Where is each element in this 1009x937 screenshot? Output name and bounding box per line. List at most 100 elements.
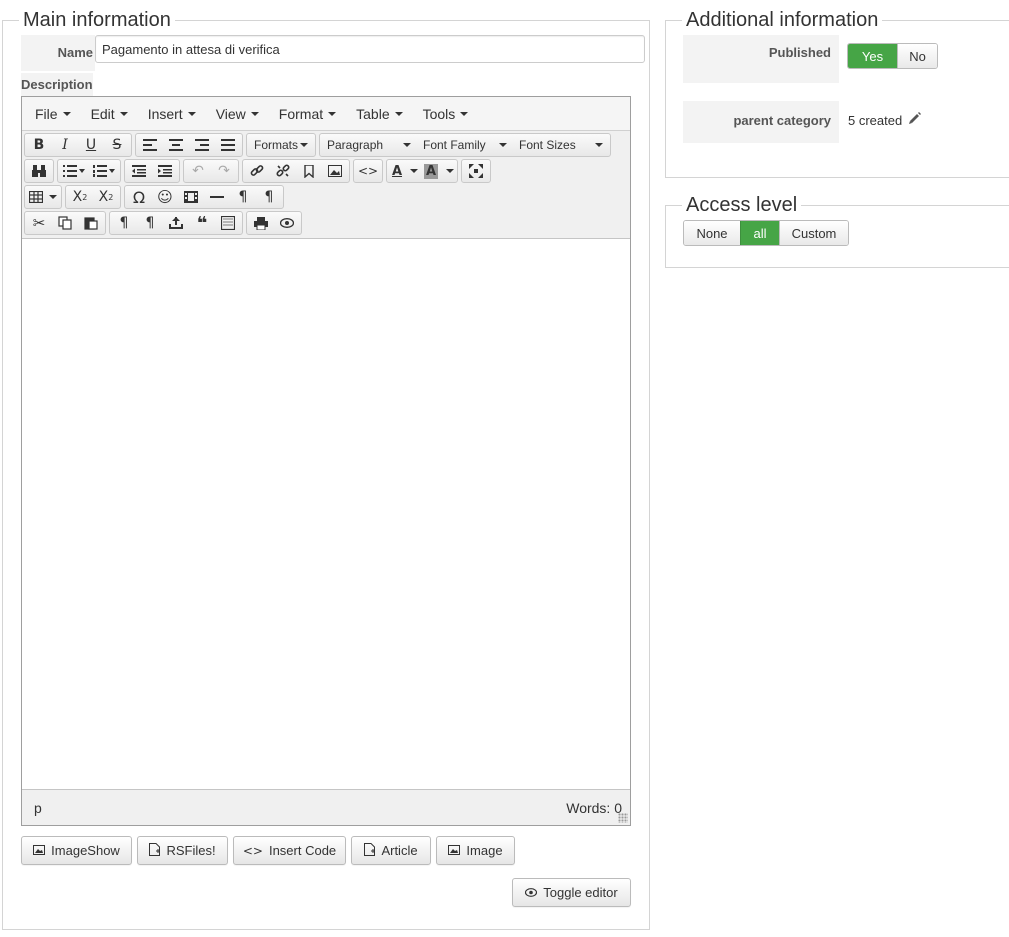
imageshow-button[interactable]: ImageShow <box>21 836 132 865</box>
text-color-icon[interactable]: A <box>388 160 422 182</box>
toggle-editor-button[interactable]: Toggle editor <box>512 878 631 907</box>
print-icon[interactable] <box>248 212 274 234</box>
numbered-list-icon[interactable] <box>89 160 119 182</box>
main-information-legend: Main information <box>23 9 171 31</box>
font-family-dropdown[interactable]: Font Family <box>417 134 513 156</box>
undo-icon[interactable]: ↶ <box>185 160 211 182</box>
script-group: X2 X2 <box>65 185 121 209</box>
binoculars-icon[interactable] <box>26 160 52 182</box>
name-label-cell: Name <box>21 35 95 71</box>
blockquote-icon[interactable]: ❝ <box>189 212 215 234</box>
toolbar-row-2: ↶ ↷ <> A A <box>24 158 628 184</box>
link-group <box>242 159 350 183</box>
align-left-icon[interactable] <box>137 134 163 156</box>
link-icon[interactable] <box>244 160 270 182</box>
menu-file-label: File <box>35 105 58 122</box>
redo-icon[interactable]: ↷ <box>211 160 237 182</box>
file-add-icon <box>149 842 161 859</box>
media-icon[interactable] <box>178 186 204 208</box>
description-label-cell: Description <box>21 73 93 96</box>
align-center-icon[interactable] <box>163 134 189 156</box>
additional-information-legend: Additional information <box>686 9 879 31</box>
bold-icon[interactable]: B <box>26 134 52 156</box>
blocks-group: ¶ ¶ ❝ <box>109 211 243 235</box>
superscript-icon[interactable]: X2 <box>93 186 119 208</box>
menu-table[interactable]: Table <box>346 102 412 126</box>
parent-category-value: 5 created <box>848 112 922 128</box>
access-none-button[interactable]: None <box>684 221 740 245</box>
subscript-icon[interactable]: X2 <box>67 186 93 208</box>
emoticons-icon[interactable]: ☺ <box>152 186 178 208</box>
cut-icon[interactable]: ✂ <box>26 212 52 234</box>
caret-down-icon <box>460 111 469 116</box>
show-blocks-icon[interactable]: ¶ <box>111 212 137 234</box>
nonbreaking-icon[interactable] <box>163 212 189 234</box>
formats-dropdown[interactable]: Formats <box>248 134 314 156</box>
editor-content-area[interactable] <box>22 239 630 789</box>
element-path[interactable]: p <box>34 800 42 816</box>
image-label: Image <box>466 843 503 858</box>
published-no-button[interactable]: No <box>897 44 937 68</box>
parent-category-label: parent category <box>733 113 831 128</box>
table-group <box>24 185 62 209</box>
horizontal-rule-icon[interactable] <box>204 186 230 208</box>
clipboard-group: ✂ <box>24 211 106 235</box>
pencil-icon[interactable] <box>908 112 922 128</box>
menu-file[interactable]: File <box>25 102 81 126</box>
caret-down-icon <box>394 111 403 116</box>
parent-category-text: 5 created <box>848 112 903 128</box>
image-icon[interactable] <box>322 160 348 182</box>
caret-down-icon <box>300 143 308 147</box>
access-custom-button[interactable]: Custom <box>779 221 848 245</box>
bullet-list-icon[interactable] <box>59 160 89 182</box>
unlink-icon[interactable] <box>270 160 296 182</box>
formats-group: Formats <box>246 133 316 157</box>
insert-code-button[interactable]: <> Insert Code <box>233 836 346 865</box>
caret-down-icon <box>595 143 603 147</box>
special-character-icon[interactable]: Ω <box>126 186 152 208</box>
align-justify-icon[interactable] <box>215 134 241 156</box>
preview-icon[interactable] <box>274 212 300 234</box>
underline-icon[interactable]: U <box>78 134 104 156</box>
bookmark-icon[interactable] <box>296 160 322 182</box>
visual-chars-icon[interactable]: ¶ <box>137 212 163 234</box>
outdent-icon[interactable] <box>126 160 152 182</box>
code-icon[interactable]: <> <box>355 160 381 182</box>
insert-group: Ω ☺ ¶ ¶ <box>124 185 284 209</box>
insert-code-label: Insert Code <box>268 843 337 858</box>
resize-handle-icon[interactable] <box>618 813 628 823</box>
history-group: ↶ ↷ <box>183 159 239 183</box>
rsfiles-button[interactable]: RSFiles! <box>137 836 228 865</box>
published-yes-button[interactable]: Yes <box>848 44 897 68</box>
menu-format[interactable]: Format <box>269 102 346 126</box>
name-label: Name <box>57 45 93 60</box>
table-icon[interactable] <box>26 186 60 208</box>
align-right-icon[interactable] <box>189 134 215 156</box>
article-button[interactable]: Article <box>351 836 431 865</box>
italic-icon[interactable]: I <box>52 134 78 156</box>
rtl-icon[interactable]: ¶ <box>256 186 282 208</box>
menu-tools[interactable]: Tools <box>413 102 479 126</box>
imageshow-label: ImageShow <box>51 843 120 858</box>
name-input[interactable] <box>95 35 645 63</box>
fullscreen-group <box>461 159 491 183</box>
find-group <box>24 159 54 183</box>
strikethrough-icon[interactable]: S <box>104 134 130 156</box>
ltr-icon[interactable]: ¶ <box>230 186 256 208</box>
paragraph-dropdown[interactable]: Paragraph <box>321 134 417 156</box>
image-button[interactable]: Image <box>436 836 515 865</box>
background-color-icon[interactable]: A <box>422 160 456 182</box>
template-icon[interactable] <box>215 212 241 234</box>
menu-insert[interactable]: Insert <box>138 102 206 126</box>
menu-view[interactable]: View <box>206 102 269 126</box>
paste-icon[interactable] <box>78 212 104 234</box>
toolbar-row-4: ✂ ¶ ¶ ❝ <box>24 210 628 236</box>
rsfiles-label: RSFiles! <box>166 843 216 858</box>
access-all-button[interactable]: all <box>740 221 779 245</box>
indent-icon[interactable] <box>152 160 178 182</box>
copy-icon[interactable] <box>52 212 78 234</box>
font-sizes-label: Font Sizes <box>519 138 576 152</box>
font-sizes-dropdown[interactable]: Font Sizes <box>513 134 609 156</box>
menu-edit[interactable]: Edit <box>81 102 138 126</box>
fullscreen-icon[interactable] <box>463 160 489 182</box>
